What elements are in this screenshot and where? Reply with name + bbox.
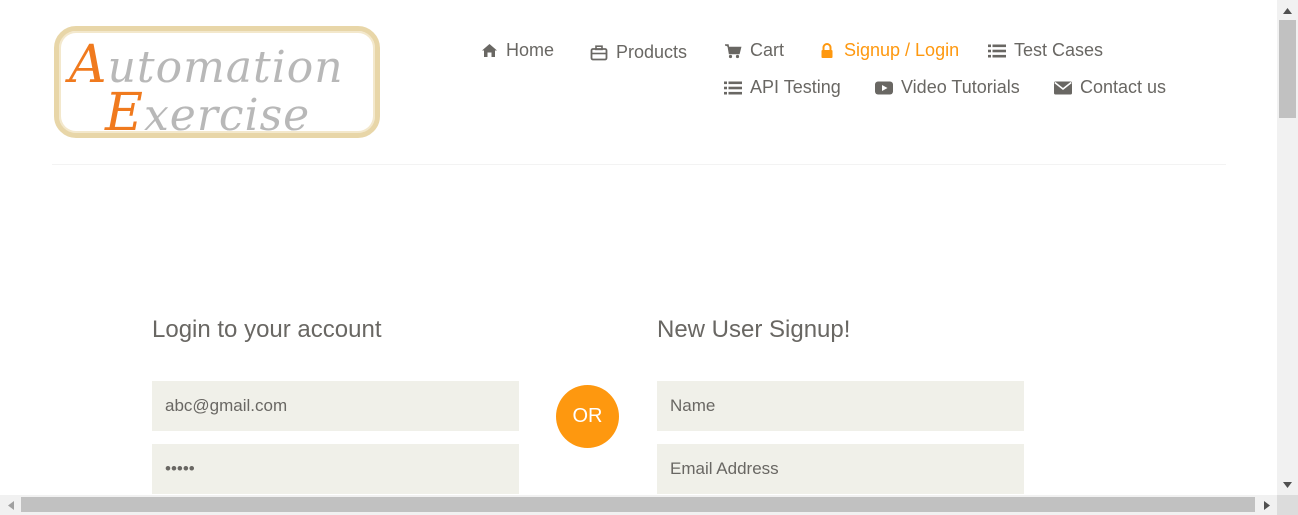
nav-signup-login-label: Signup / Login <box>844 40 960 60</box>
scroll-up-arrow-icon[interactable] <box>1277 2 1298 19</box>
login-email-input[interactable] <box>152 381 519 431</box>
scrollbar-corner <box>1277 495 1298 515</box>
nav-products[interactable]: Products <box>590 42 687 63</box>
signup-title: New User Signup! <box>657 316 851 343</box>
nav-signup-login[interactable]: Signup / Login <box>818 40 959 61</box>
scroll-left-arrow-icon[interactable] <box>2 495 19 515</box>
or-label: OR <box>572 405 603 427</box>
scroll-down-arrow-icon[interactable] <box>1277 476 1298 493</box>
scroll-right-arrow-icon[interactable] <box>1258 495 1275 515</box>
horizontal-scrollbar-thumb[interactable] <box>21 497 1255 512</box>
login-title: Login to your account <box>152 316 382 343</box>
nav-cart-label: Cart <box>750 40 785 60</box>
home-icon <box>480 42 498 60</box>
signup-name-input[interactable] <box>657 381 1024 431</box>
nav-products-label: Products <box>616 42 688 62</box>
site-logo[interactable]: Automation Exercise <box>54 26 380 143</box>
horizontal-scrollbar[interactable] <box>0 495 1277 515</box>
signup-email-input[interactable] <box>657 444 1024 494</box>
nav-contact-us-label: Contact us <box>1080 77 1167 97</box>
cart-icon <box>724 42 742 60</box>
nav-video-tutorials-label: Video Tutorials <box>901 77 1020 97</box>
vertical-scrollbar-thumb[interactable] <box>1279 20 1296 118</box>
nav-api-testing-label: API Testing <box>750 77 841 97</box>
nav-home[interactable]: Home <box>480 40 554 61</box>
or-divider-badge: OR <box>556 385 619 448</box>
nav-video-tutorials[interactable]: Video Tutorials <box>875 77 1020 98</box>
youtube-icon <box>875 79 893 97</box>
nav-test-cases[interactable]: Test Cases <box>988 40 1103 61</box>
header-divider <box>52 164 1226 165</box>
envelope-icon <box>1054 79 1072 97</box>
nav-api-testing[interactable]: API Testing <box>724 77 841 98</box>
list-icon <box>988 42 1006 60</box>
list-icon <box>724 79 742 97</box>
products-icon <box>590 44 608 62</box>
logo-line-exercise: Exercise <box>105 83 311 143</box>
nav-cart[interactable]: Cart <box>724 40 784 61</box>
nav-test-cases-label: Test Cases <box>1014 40 1104 60</box>
vertical-scrollbar[interactable] <box>1277 0 1298 495</box>
nav-contact-us[interactable]: Contact us <box>1054 77 1166 98</box>
nav-home-label: Home <box>506 40 555 60</box>
login-password-input[interactable] <box>152 444 519 494</box>
lock-icon <box>818 42 836 60</box>
